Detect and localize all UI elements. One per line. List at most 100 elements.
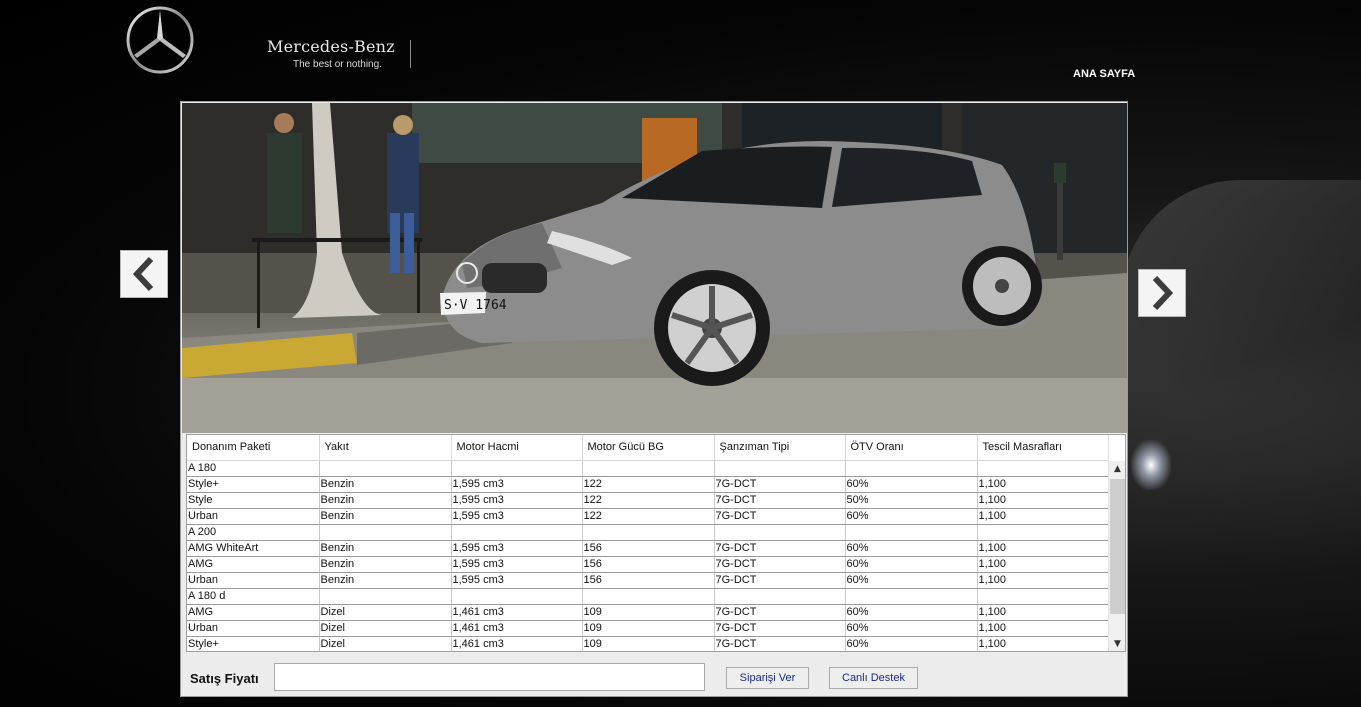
table-cell: 60%: [845, 476, 978, 493]
background-headlight: [1131, 440, 1171, 490]
main-panel: S·V 1764 Donanım Paketi Yakıt Motor Hacm…: [180, 101, 1128, 697]
place-order-button[interactable]: Siparişi Ver: [726, 667, 809, 689]
table-cell: 156: [582, 572, 715, 589]
brand-block: Mercedes-Benz The best or nothing.: [267, 37, 395, 70]
table-cell: [582, 524, 715, 541]
table-cell: [714, 588, 846, 605]
table-cell: 1,100: [977, 540, 1109, 557]
column-header[interactable]: ÖTV Oranı: [845, 435, 978, 461]
table-cell: 1,595 cm3: [451, 492, 583, 509]
scroll-up-icon[interactable]: ▲: [1109, 461, 1125, 477]
table-cell: [714, 524, 846, 541]
table-cell: 1,100: [977, 636, 1109, 651]
table-cell: 1,595 cm3: [451, 508, 583, 525]
table-cell: 60%: [845, 572, 978, 589]
column-header[interactable]: Motor Gücü BG: [582, 435, 715, 461]
table-cell: 7G-DCT: [714, 540, 846, 557]
live-support-button[interactable]: Canlı Destek: [829, 667, 918, 689]
chevron-left-icon: [132, 256, 154, 292]
table-cell: [319, 588, 452, 605]
table-cell: [451, 460, 583, 477]
table-cell: A 200: [187, 524, 320, 541]
table-cell: [714, 460, 846, 477]
table-row[interactable]: Urban Benzin 1,595 cm3 122 7G-DCT 60% 1,100: [187, 508, 1109, 525]
table-body: A 180 Style+ Benzin 1,595 cm3 122 7G-DCT 60% 1,…: [187, 460, 1109, 651]
table-cell: 7G-DCT: [714, 604, 846, 621]
chevron-right-icon: [1152, 275, 1174, 311]
table-cell: 156: [582, 540, 715, 557]
hero-car-image: S·V 1764: [182, 103, 1127, 433]
column-header[interactable]: Tescil Masrafları: [977, 435, 1109, 461]
table-cell: 1,100: [977, 476, 1109, 493]
scroll-down-icon[interactable]: ▼: [1109, 636, 1125, 651]
brand-tagline: The best or nothing.: [293, 59, 382, 70]
table-cell: [977, 588, 1109, 605]
table-row[interactable]: Style+ Benzin 1,595 cm3 122 7G-DCT 60% 1,100: [187, 476, 1109, 493]
table-cell: 1,100: [977, 620, 1109, 637]
table-cell: 60%: [845, 540, 978, 557]
brand-name: Mercedes-Benz: [267, 37, 395, 56]
table-row[interactable]: AMG WhiteArt Benzin 1,595 cm3 156 7G-DCT 60% 1…: [187, 540, 1109, 557]
sale-price-input[interactable]: [274, 663, 705, 691]
column-header[interactable]: Donanım Paketi: [187, 435, 320, 461]
table-cell: Style+: [187, 476, 320, 493]
carousel-prev-button[interactable]: [120, 250, 168, 298]
table-cell: [451, 524, 583, 541]
table-cell: [845, 524, 978, 541]
table-cell: 60%: [845, 556, 978, 573]
table-cell: AMG: [187, 604, 320, 621]
table-cell: 1,461 cm3: [451, 604, 583, 621]
table-cell: 7G-DCT: [714, 620, 846, 637]
table-cell: Dizel: [319, 620, 452, 637]
column-header[interactable]: Şanzıman Tipi: [714, 435, 846, 461]
table-row[interactable]: Style+ Dizel 1,461 cm3 109 7G-DCT 60% 1,100: [187, 636, 1109, 651]
table-cell: Benzin: [319, 572, 452, 589]
table-cell: 1,100: [977, 556, 1109, 573]
table-cell: 109: [582, 604, 715, 621]
table-cell: 122: [582, 476, 715, 493]
table-header-row: Donanım Paketi Yakıt Motor Hacmi Motor G…: [187, 435, 1109, 461]
table-row[interactable]: Urban Benzin 1,595 cm3 156 7G-DCT 60% 1,100: [187, 572, 1109, 589]
table-cell: Urban: [187, 572, 320, 589]
table-cell: 7G-DCT: [714, 476, 846, 493]
table-cell: Benzin: [319, 540, 452, 557]
table-cell: 109: [582, 620, 715, 637]
table-row[interactable]: Style Benzin 1,595 cm3 122 7G-DCT 50% 1,100: [187, 492, 1109, 509]
table-row[interactable]: Urban Dizel 1,461 cm3 109 7G-DCT 60% 1,100: [187, 620, 1109, 637]
table-cell: [977, 524, 1109, 541]
table-cell: 50%: [845, 492, 978, 509]
table-cell: [582, 460, 715, 477]
nav-home-link[interactable]: ANA SAYFA: [1073, 68, 1135, 80]
table-cell: [582, 588, 715, 605]
table-cell: 122: [582, 508, 715, 525]
table-cell: 1,100: [977, 492, 1109, 509]
table-cell: 7G-DCT: [714, 556, 846, 573]
table-cell: Style: [187, 492, 320, 509]
table-cell: 7G-DCT: [714, 636, 846, 651]
table-row[interactable]: AMG Dizel 1,461 cm3 109 7G-DCT 60% 1,100: [187, 604, 1109, 621]
table-cell: Urban: [187, 508, 320, 525]
column-header[interactable]: Motor Hacmi: [451, 435, 583, 461]
table-cell: 60%: [845, 604, 978, 621]
column-header[interactable]: Yakıt: [319, 435, 452, 461]
table-row[interactable]: A 180 d: [187, 588, 1109, 605]
table-row[interactable]: AMG Benzin 1,595 cm3 156 7G-DCT 60% 1,100: [187, 556, 1109, 573]
table-cell: 60%: [845, 636, 978, 651]
table-cell: Dizel: [319, 636, 452, 651]
table-row[interactable]: A 180: [187, 460, 1109, 477]
table-cell: 60%: [845, 620, 978, 637]
carousel-next-button[interactable]: [1138, 269, 1186, 317]
table-cell: 1,595 cm3: [451, 476, 583, 493]
table-row[interactable]: A 200: [187, 524, 1109, 541]
table-cell: Dizel: [319, 604, 452, 621]
table-cell: 7G-DCT: [714, 508, 846, 525]
table-cell: 7G-DCT: [714, 492, 846, 509]
table-cell: Urban: [187, 620, 320, 637]
table-cell: [845, 588, 978, 605]
scroll-thumb[interactable]: [1110, 479, 1125, 614]
table-cell: 1,595 cm3: [451, 540, 583, 557]
table-cell: Benzin: [319, 508, 452, 525]
table-scrollbar[interactable]: ▲ ▼: [1108, 461, 1125, 651]
specs-table-container[interactable]: Donanım Paketi Yakıt Motor Hacmi Motor G…: [186, 434, 1126, 652]
car-photo: S·V 1764: [182, 103, 1127, 433]
